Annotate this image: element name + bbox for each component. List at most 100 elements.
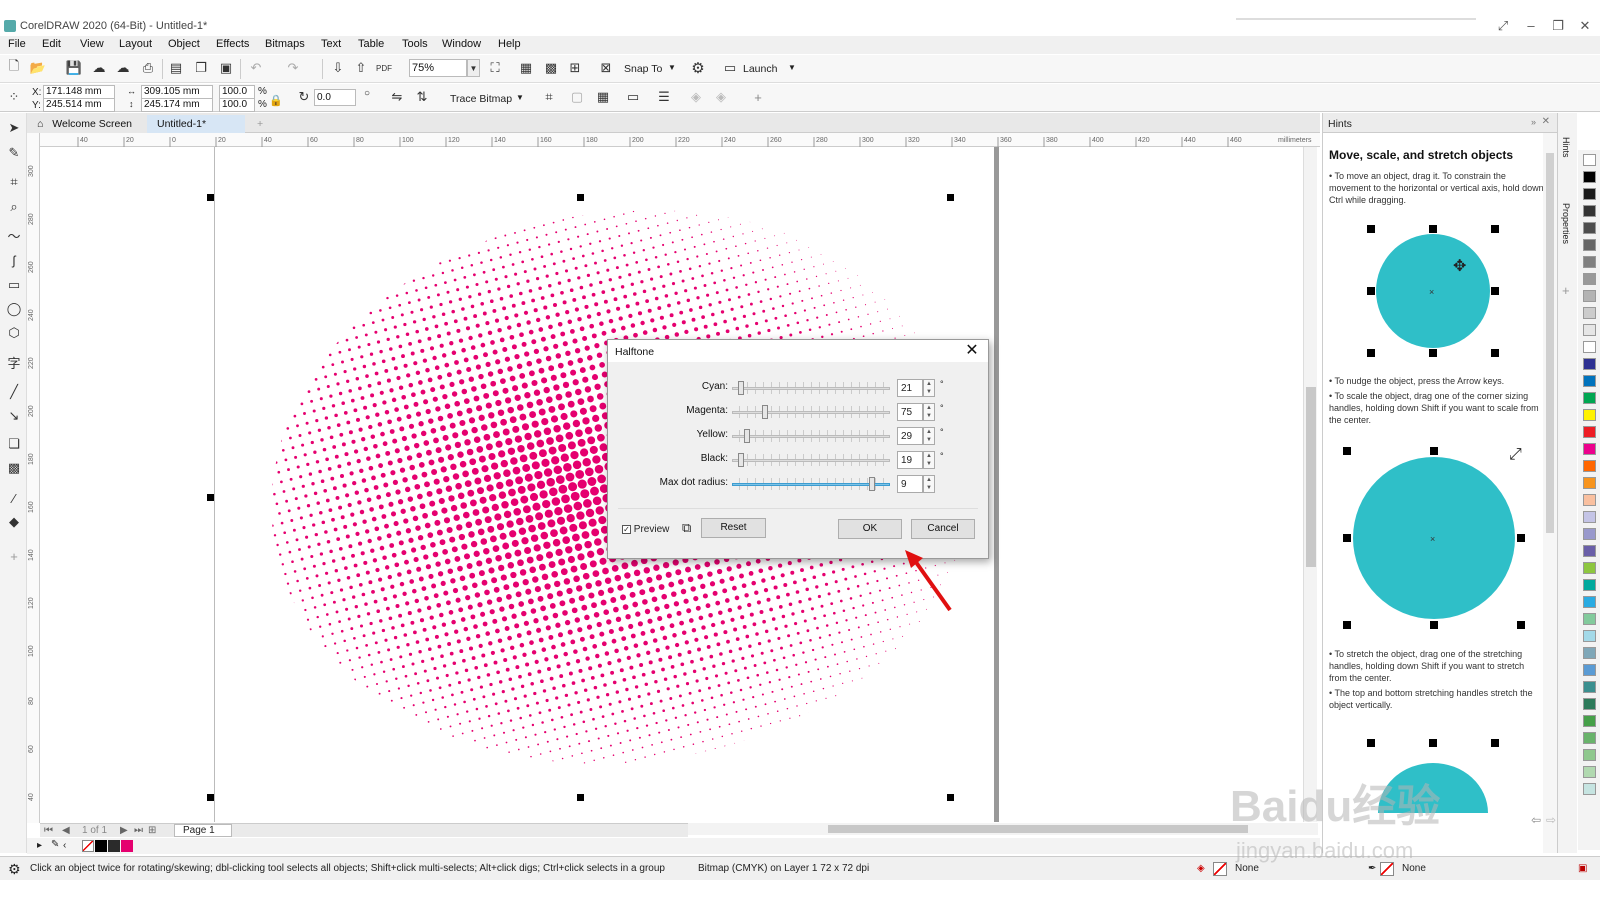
- color-swatch[interactable]: [1583, 528, 1596, 540]
- color-swatch[interactable]: [1583, 273, 1596, 285]
- hint-previous-icon[interactable]: ⇦: [1531, 813, 1541, 827]
- wrap-text-icon[interactable]: ☰: [656, 89, 672, 105]
- save-icon[interactable]: 💾: [66, 60, 82, 76]
- docker-close-icon[interactable]: ✕: [1542, 116, 1550, 127]
- color-swatch[interactable]: [1583, 562, 1596, 574]
- vertical-scroll-thumb[interactable]: [1306, 387, 1316, 567]
- restore-button[interactable]: ❐: [1549, 18, 1567, 34]
- horizontal-scrollbar[interactable]: [688, 823, 1318, 835]
- color-swatch[interactable]: [1583, 324, 1596, 336]
- menu-layout[interactable]: Layout: [119, 38, 152, 50]
- menu-object[interactable]: Object: [168, 38, 200, 50]
- new-document-icon[interactable]: 🗋: [6, 58, 22, 76]
- slider-track[interactable]: [732, 483, 890, 486]
- color-swatch[interactable]: [1583, 426, 1596, 438]
- cut-icon[interactable]: ▤: [168, 60, 184, 76]
- new-tab-icon[interactable]: +: [247, 115, 267, 133]
- snap-to-label[interactable]: Snap To: [624, 63, 662, 75]
- slider-track[interactable]: [732, 387, 890, 390]
- slider-knob[interactable]: [762, 405, 769, 419]
- import-icon[interactable]: ⇩: [330, 60, 346, 76]
- publish-pdf-icon[interactable]: PDF: [376, 60, 392, 76]
- show-guides-icon[interactable]: ⊞: [567, 60, 583, 76]
- color-swatch[interactable]: [1583, 409, 1596, 421]
- color-swatch[interactable]: [1583, 579, 1596, 591]
- to-front-icon[interactable]: ◈: [688, 89, 704, 105]
- selection-handle[interactable]: [577, 794, 584, 801]
- spinner-arrows-icon[interactable]: ▲ ▼: [923, 379, 935, 397]
- object-width-field[interactable]: 309.105 mm: [141, 85, 213, 99]
- color-swatch[interactable]: [1583, 596, 1596, 608]
- cancel-button[interactable]: Cancel: [911, 519, 975, 539]
- slider-knob[interactable]: [744, 429, 751, 443]
- color-swatch[interactable]: [1583, 647, 1596, 659]
- color-swatch[interactable]: [95, 840, 107, 852]
- menu-edit[interactable]: Edit: [42, 38, 61, 50]
- launch-dropdown-icon[interactable]: ▼: [788, 63, 796, 72]
- vertical-scrollbar[interactable]: [1303, 147, 1317, 822]
- selection-handle[interactable]: [947, 794, 954, 801]
- color-swatch[interactable]: [1583, 358, 1596, 370]
- undo-icon[interactable]: ↶: [248, 60, 264, 76]
- eyedropper-icon[interactable]: ⁄: [5, 489, 23, 507]
- spinner-arrows-icon[interactable]: ▲ ▼: [923, 427, 935, 445]
- copy-icon[interactable]: ❐: [193, 60, 209, 76]
- snap-to-dropdown-icon[interactable]: ▼: [668, 63, 676, 72]
- preview-checkbox[interactable]: ✓ Preview: [622, 524, 669, 535]
- interactive-fill-icon[interactable]: ◆: [5, 513, 23, 531]
- value-field[interactable]: 19: [897, 451, 923, 469]
- palette-expand-icon[interactable]: ▸: [37, 840, 42, 851]
- open-preview-window-icon[interactable]: ⧉: [682, 520, 691, 536]
- menu-view[interactable]: View: [80, 38, 104, 50]
- print-icon[interactable]: ⎙: [140, 60, 156, 76]
- ellipse-tool-icon[interactable]: ◯: [5, 300, 23, 318]
- color-swatch[interactable]: [1583, 154, 1596, 166]
- color-swatch[interactable]: [1583, 613, 1596, 625]
- selection-handle[interactable]: [577, 194, 584, 201]
- color-swatch[interactable]: [1583, 290, 1596, 302]
- color-swatch[interactable]: [1583, 222, 1596, 234]
- menu-effects[interactable]: Effects: [216, 38, 249, 50]
- menu-tools[interactable]: Tools: [402, 38, 428, 50]
- color-swatch[interactable]: [1583, 375, 1596, 387]
- color-proof-icon[interactable]: ▣: [1578, 863, 1587, 874]
- artistic-media-icon[interactable]: ʃ: [5, 251, 23, 269]
- value-field[interactable]: 9: [897, 475, 923, 493]
- color-swatch[interactable]: [1583, 239, 1596, 251]
- color-swatch[interactable]: [108, 840, 120, 852]
- edit-bitmap-icon[interactable]: ▢: [569, 89, 585, 105]
- color-swatch[interactable]: [1583, 307, 1596, 319]
- y-position-field[interactable]: 245.514 mm: [43, 98, 115, 112]
- fill-none-swatch[interactable]: [1213, 862, 1227, 876]
- color-swatch[interactable]: [1583, 460, 1596, 472]
- crop-tool-icon[interactable]: ⌗: [5, 173, 23, 191]
- freehand-tool-icon[interactable]: 〜: [5, 226, 23, 244]
- color-swatch[interactable]: [1583, 188, 1596, 200]
- color-swatch[interactable]: [1583, 256, 1596, 268]
- rotation-angle-field[interactable]: 0.0: [314, 89, 356, 106]
- docker-tab-properties[interactable]: Properties: [1561, 203, 1571, 244]
- polygon-tool-icon[interactable]: ⬡: [5, 324, 23, 342]
- menu-table[interactable]: Table: [358, 38, 384, 50]
- color-swatch[interactable]: [1583, 783, 1596, 795]
- horizontal-ruler[interactable]: 40 20 0 20 40 60 80 100 120 140 160 180 200 220 240 260…: [40, 133, 1320, 147]
- mirror-horizontal-icon[interactable]: ⇋: [389, 89, 405, 105]
- parallel-dimension-icon[interactable]: ╱: [5, 383, 23, 401]
- slider-knob[interactable]: [738, 381, 745, 395]
- add-icon[interactable]: +: [750, 89, 766, 105]
- value-field[interactable]: 21: [897, 379, 923, 397]
- first-page-icon[interactable]: ⏮: [44, 825, 53, 836]
- resample-icon[interactable]: ▦: [595, 89, 611, 105]
- slider-track[interactable]: [732, 459, 890, 462]
- mirror-vertical-icon[interactable]: ⇅: [414, 89, 430, 105]
- outline-none-swatch[interactable]: [1380, 862, 1394, 876]
- selection-handle[interactable]: [207, 494, 214, 501]
- status-gear-icon[interactable]: ⚙: [8, 861, 21, 878]
- value-field[interactable]: 75: [897, 403, 923, 421]
- color-swatch[interactable]: [1583, 205, 1596, 217]
- docker-tab-hints[interactable]: Hints: [1561, 137, 1571, 158]
- drop-shadow-icon[interactable]: ❏: [5, 435, 23, 453]
- color-swatch[interactable]: [1583, 171, 1596, 183]
- color-swatch[interactable]: [1583, 392, 1596, 404]
- spinner-arrows-icon[interactable]: ▲ ▼: [923, 451, 935, 469]
